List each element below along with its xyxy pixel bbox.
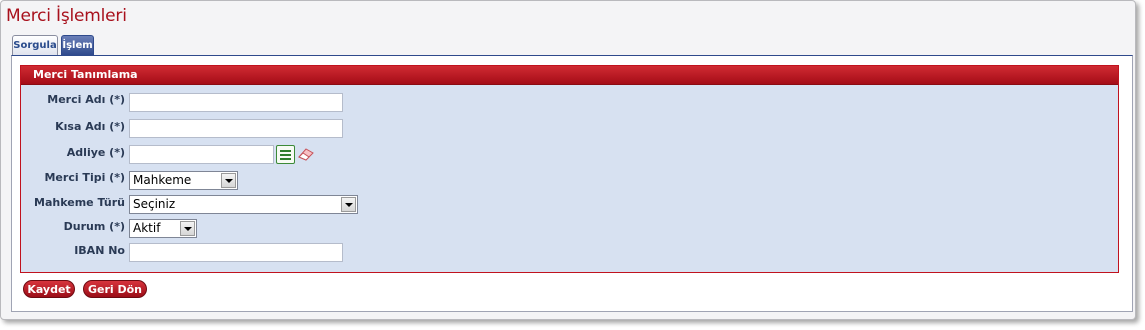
iban-no-label: IBAN No — [74, 244, 125, 257]
back-button[interactable]: Geri Dön — [83, 280, 147, 298]
page-title: Merci İşlemleri — [6, 6, 127, 26]
merci-tipi-select[interactable]: Mahkeme — [129, 171, 238, 190]
adliye-input[interactable] — [129, 145, 274, 164]
mahkeme-turu-value: Seçiniz — [133, 197, 176, 211]
merci-tipi-label: Merci Tipi (*) — [44, 171, 125, 184]
durum-value: Aktif — [133, 221, 161, 235]
kisa-adi-input[interactable] — [129, 119, 343, 138]
tab-islem[interactable]: İşlem — [61, 35, 94, 55]
mahkeme-turu-select[interactable]: Seçiniz — [129, 195, 358, 214]
chevron-down-icon[interactable] — [341, 197, 356, 212]
iban-no-input[interactable] — [129, 243, 343, 262]
tab-sorgula[interactable]: Sorgula — [12, 35, 58, 55]
durum-select[interactable]: Aktif — [129, 219, 197, 238]
mahkeme-turu-label: Mahkeme Türü — [34, 196, 125, 209]
chevron-down-icon[interactable] — [221, 173, 236, 188]
save-button[interactable]: Kaydet — [23, 280, 75, 298]
form-header: Merci Tanımlama — [21, 66, 1118, 85]
list-lookup-icon[interactable] — [276, 145, 295, 164]
adliye-label: Adliye (*) — [66, 146, 125, 159]
chevron-down-icon[interactable] — [180, 221, 195, 236]
merci-adi-input[interactable] — [129, 93, 343, 112]
merci-tipi-value: Mahkeme — [133, 173, 192, 187]
eraser-icon[interactable] — [297, 147, 315, 161]
durum-label: Durum (*) — [63, 220, 125, 233]
merci-adi-label: Merci Adı (*) — [47, 93, 125, 106]
kisa-adi-label: Kısa Adı (*) — [55, 120, 125, 133]
